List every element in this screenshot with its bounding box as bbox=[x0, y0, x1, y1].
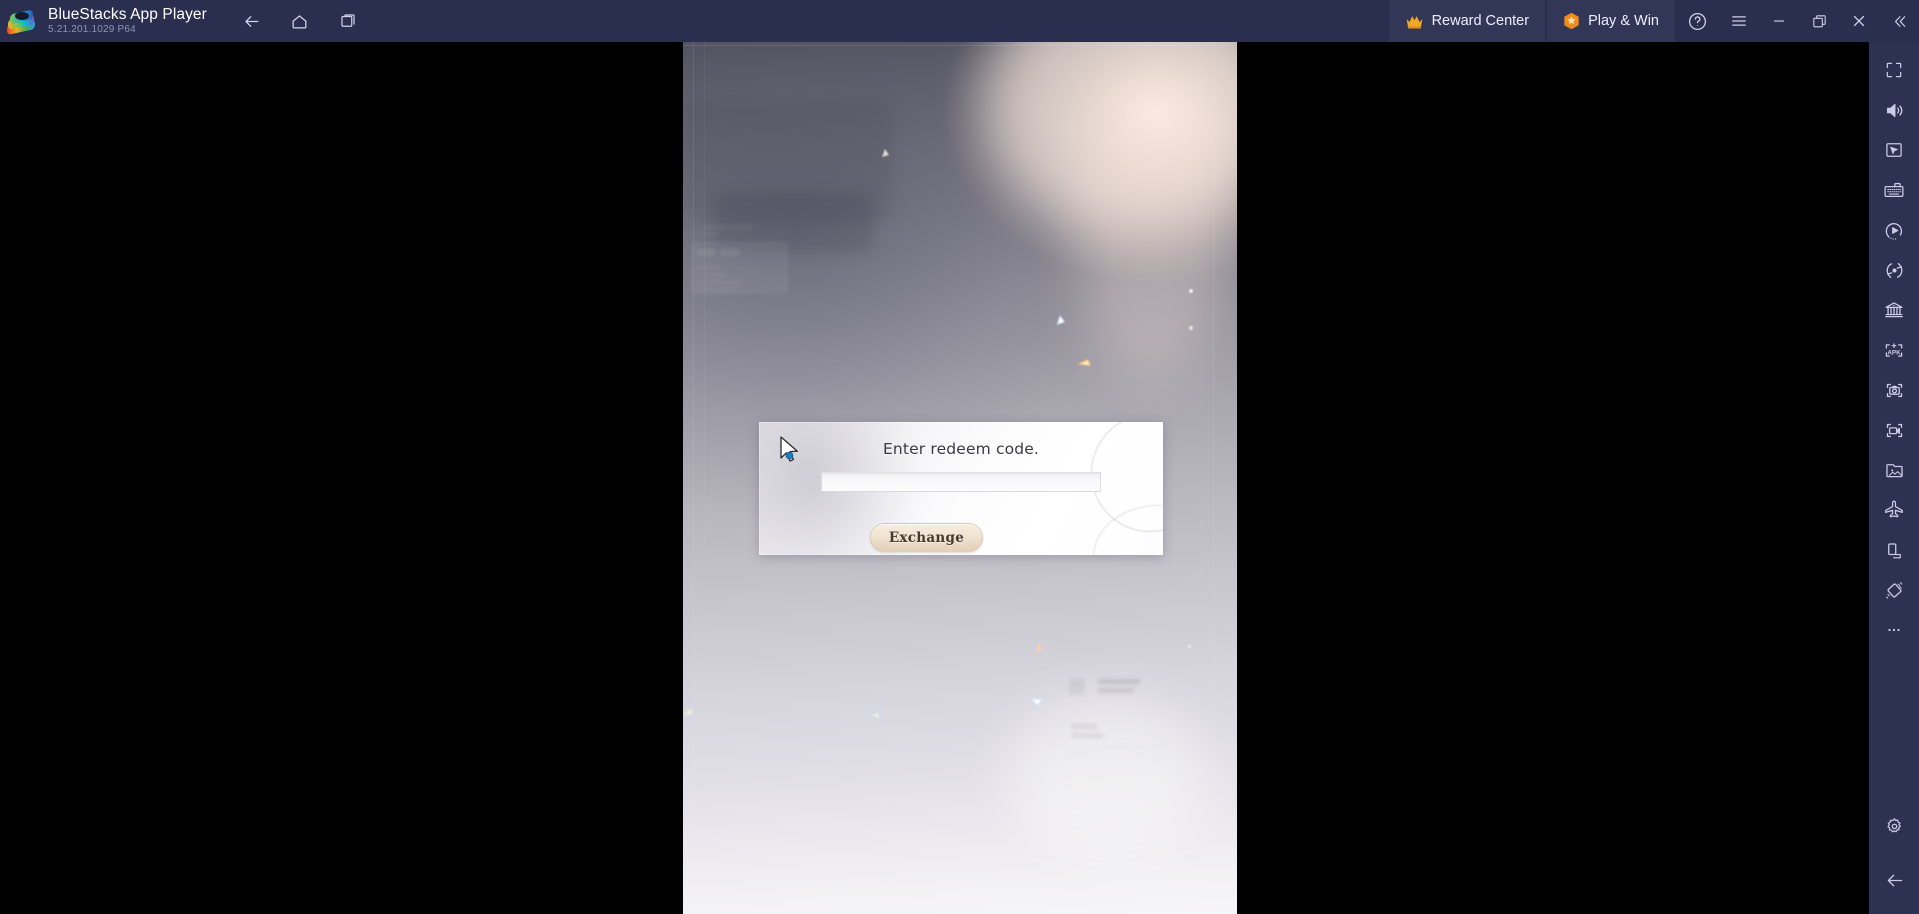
app-title: BlueStacks App Player bbox=[48, 6, 207, 23]
sidebar-item-settings[interactable] bbox=[1874, 806, 1914, 846]
bank-icon bbox=[1885, 301, 1903, 317]
arrow-left-icon bbox=[1887, 874, 1902, 886]
sidebar-item-game-controls[interactable] bbox=[1874, 130, 1914, 170]
dialog-title: Enter redeem code. bbox=[882, 440, 1040, 458]
sidebar-item-record-screen[interactable] bbox=[1874, 410, 1914, 450]
volume-icon bbox=[1886, 103, 1902, 117]
back-button[interactable] bbox=[235, 4, 269, 38]
sidebar-item-eco-mode[interactable] bbox=[1874, 290, 1914, 330]
keyboard-icon bbox=[1884, 182, 1904, 197]
instance-manager-button[interactable] bbox=[331, 4, 365, 38]
app-version: 5.21.201.1029 P64 bbox=[48, 24, 136, 35]
sync-circle-icon bbox=[1886, 262, 1902, 278]
minimize-icon bbox=[1773, 20, 1785, 22]
titlebar-right-group: Reward Center Play & Win bbox=[1388, 0, 1919, 42]
media-folder-icon bbox=[1885, 463, 1903, 477]
chevron-double-left-icon bbox=[1894, 15, 1905, 27]
sidebar-item-install-apk[interactable]: APK bbox=[1874, 330, 1914, 370]
sidebar-item-fullscreen[interactable] bbox=[1874, 50, 1914, 90]
redeem-dialog-layer: Enter redeem code. Exchange bbox=[683, 42, 1237, 914]
apk-install-icon: APK bbox=[1885, 342, 1903, 357]
shake-icon bbox=[1885, 581, 1902, 599]
crown-icon bbox=[1405, 14, 1424, 29]
sidebar-item-media-manager[interactable] bbox=[1874, 450, 1914, 490]
ellipsis-icon bbox=[1888, 628, 1900, 632]
exchange-button[interactable]: Exchange bbox=[870, 523, 983, 552]
sidebar-item-shake[interactable] bbox=[1874, 570, 1914, 610]
sidebar-item-sync-operations[interactable] bbox=[1874, 250, 1914, 290]
copy-window-icon bbox=[341, 14, 355, 27]
dialog-arc-decoration bbox=[1091, 422, 1163, 532]
play-and-win-label: Play & Win bbox=[1588, 13, 1659, 29]
close-icon bbox=[1853, 15, 1865, 27]
fullscreen-icon bbox=[1886, 62, 1902, 78]
hamburger-icon bbox=[1732, 16, 1746, 26]
arrow-left-icon bbox=[245, 15, 259, 27]
maximize-button[interactable] bbox=[1799, 0, 1839, 42]
cursor-screen-icon bbox=[1886, 143, 1902, 157]
reward-center-button[interactable]: Reward Center bbox=[1388, 0, 1546, 42]
dialog-arc-decoration-2 bbox=[1093, 505, 1163, 555]
minimize-button[interactable] bbox=[1759, 0, 1799, 42]
sidebar-item-screenshot[interactable] bbox=[1874, 370, 1914, 410]
title-bar: BlueStacks App Player 5.21.201.1029 P64 bbox=[0, 0, 1919, 42]
sidebar-item-airplane[interactable] bbox=[1874, 490, 1914, 530]
bluestacks-logo-icon bbox=[7, 7, 37, 35]
restore-icon bbox=[1812, 14, 1826, 27]
menu-button[interactable] bbox=[1719, 0, 1759, 42]
sidebar-item-keymapping[interactable] bbox=[1874, 170, 1914, 210]
play-and-win-button[interactable]: Play & Win bbox=[1547, 0, 1675, 42]
macro-play-icon bbox=[1885, 222, 1902, 240]
gem-icon bbox=[1563, 12, 1580, 30]
camera-icon bbox=[1886, 383, 1902, 397]
video-record-icon bbox=[1886, 423, 1902, 437]
close-button[interactable] bbox=[1839, 0, 1879, 42]
sidebar-item-more[interactable] bbox=[1874, 610, 1914, 650]
airplane-icon bbox=[1885, 500, 1903, 518]
collapse-sidebar-button[interactable] bbox=[1879, 0, 1919, 42]
bluestacks-logo bbox=[0, 0, 44, 42]
rotate-device-icon bbox=[1887, 542, 1901, 558]
gear-icon bbox=[1886, 817, 1901, 832]
sidebar-item-rotate[interactable] bbox=[1874, 530, 1914, 570]
app-identity: BlueStacks App Player 5.21.201.1029 P64 bbox=[48, 0, 207, 42]
reward-center-label: Reward Center bbox=[1431, 13, 1530, 29]
sidebar-item-back[interactable] bbox=[1874, 860, 1914, 900]
sidebar-item-volume[interactable] bbox=[1874, 90, 1914, 130]
home-icon bbox=[292, 14, 307, 28]
game-viewport[interactable]: Enter redeem code. Exchange bbox=[683, 42, 1237, 914]
nav-icon-group bbox=[235, 4, 365, 38]
exchange-button-label: Exchange bbox=[888, 529, 965, 546]
question-circle-icon bbox=[1688, 12, 1706, 30]
sidebar-item-macro-recorder[interactable] bbox=[1874, 210, 1914, 250]
tools-sidebar: APK bbox=[1869, 42, 1919, 914]
emulator-stage: Enter redeem code. Exchange bbox=[0, 42, 1869, 914]
redeem-code-dialog: Enter redeem code. Exchange bbox=[759, 422, 1163, 555]
help-button[interactable] bbox=[1675, 0, 1719, 42]
redeem-code-input[interactable] bbox=[821, 472, 1101, 492]
home-button[interactable] bbox=[283, 4, 317, 38]
svg-text:APK: APK bbox=[1887, 349, 1901, 356]
